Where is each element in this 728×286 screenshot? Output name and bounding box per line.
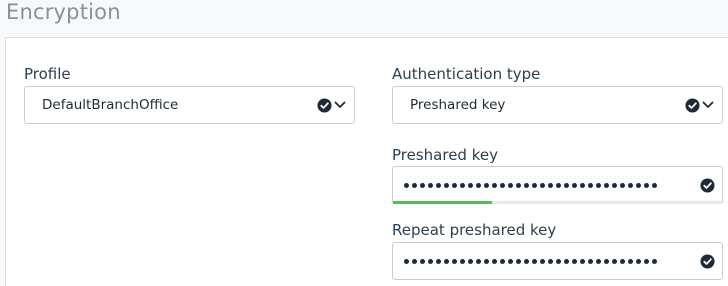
mask-dot <box>524 182 529 188</box>
mask-dot <box>516 182 521 188</box>
mask-dot <box>436 182 441 188</box>
auth-type-select-value: Preshared key <box>410 97 506 113</box>
mask-dot <box>508 182 513 188</box>
encryption-page: Encryption Profile DefaultBranchOffice A… <box>0 0 728 286</box>
mask-dot <box>604 258 609 264</box>
mask-dot <box>452 258 457 264</box>
mask-dot <box>572 258 577 264</box>
mask-dot <box>460 258 465 264</box>
mask-dot <box>524 258 529 264</box>
section-title: Encryption <box>6 0 121 24</box>
mask-dot <box>644 182 649 188</box>
password-strength-meter <box>393 201 722 204</box>
mask-dot <box>580 182 585 188</box>
chevron-down-icon[interactable] <box>334 100 346 110</box>
mask-dot <box>572 182 577 188</box>
auth-type-label: Authentication type <box>392 65 541 83</box>
mask-dot <box>508 258 513 264</box>
mask-dot <box>404 258 409 264</box>
mask-dot <box>556 182 561 188</box>
mask-dot <box>420 258 425 264</box>
password-strength-fill <box>393 201 492 204</box>
mask-dot <box>412 258 417 264</box>
auth-type-select[interactable]: Preshared key <box>392 86 723 124</box>
mask-dot <box>484 258 489 264</box>
preshared-key-label: Preshared key <box>392 146 498 164</box>
mask-dot <box>556 258 561 264</box>
mask-dot <box>620 258 625 264</box>
profile-select[interactable]: DefaultBranchOffice <box>24 86 355 124</box>
mask-dot <box>548 182 553 188</box>
profile-label: Profile <box>24 65 71 83</box>
preshared-key-input[interactable] <box>392 166 723 204</box>
mask-dot <box>516 258 521 264</box>
mask-dot <box>652 182 657 188</box>
mask-dot <box>492 258 497 264</box>
mask-dot <box>604 182 609 188</box>
mask-dot <box>428 258 433 264</box>
chevron-down-icon[interactable] <box>702 100 714 110</box>
mask-dot <box>596 182 601 188</box>
mask-dot <box>596 258 601 264</box>
preshared-key-mask <box>393 182 700 188</box>
mask-dot <box>636 258 641 264</box>
mask-dot <box>500 182 505 188</box>
mask-dot <box>436 258 441 264</box>
mask-dot <box>628 182 633 188</box>
mask-dot <box>484 182 489 188</box>
mask-dot <box>636 182 641 188</box>
mask-dot <box>444 258 449 264</box>
mask-dot <box>444 182 449 188</box>
repeat-key-input[interactable] <box>392 242 723 280</box>
check-circle-icon <box>685 97 700 113</box>
mask-dot <box>468 258 473 264</box>
check-circle-icon <box>700 177 715 193</box>
profile-select-value: DefaultBranchOffice <box>42 97 179 113</box>
repeat-key-mask <box>393 258 700 264</box>
mask-dot <box>620 182 625 188</box>
mask-dot <box>588 182 593 188</box>
mask-dot <box>564 182 569 188</box>
mask-dot <box>420 182 425 188</box>
mask-dot <box>628 258 633 264</box>
mask-dot <box>500 258 505 264</box>
check-circle-icon <box>317 97 332 113</box>
mask-dot <box>588 258 593 264</box>
mask-dot <box>476 182 481 188</box>
mask-dot <box>612 182 617 188</box>
mask-dot <box>652 258 657 264</box>
mask-dot <box>476 258 481 264</box>
mask-dot <box>644 258 649 264</box>
mask-dot <box>492 182 497 188</box>
mask-dot <box>580 258 585 264</box>
mask-dot <box>540 182 545 188</box>
mask-dot <box>428 182 433 188</box>
mask-dot <box>468 182 473 188</box>
mask-dot <box>548 258 553 264</box>
mask-dot <box>564 258 569 264</box>
mask-dot <box>532 182 537 188</box>
mask-dot <box>404 182 409 188</box>
mask-dot <box>540 258 545 264</box>
check-circle-icon <box>700 253 715 269</box>
mask-dot <box>412 182 417 188</box>
mask-dot <box>612 258 617 264</box>
repeat-key-label: Repeat preshared key <box>392 221 557 239</box>
mask-dot <box>452 182 457 188</box>
mask-dot <box>532 258 537 264</box>
mask-dot <box>460 182 465 188</box>
